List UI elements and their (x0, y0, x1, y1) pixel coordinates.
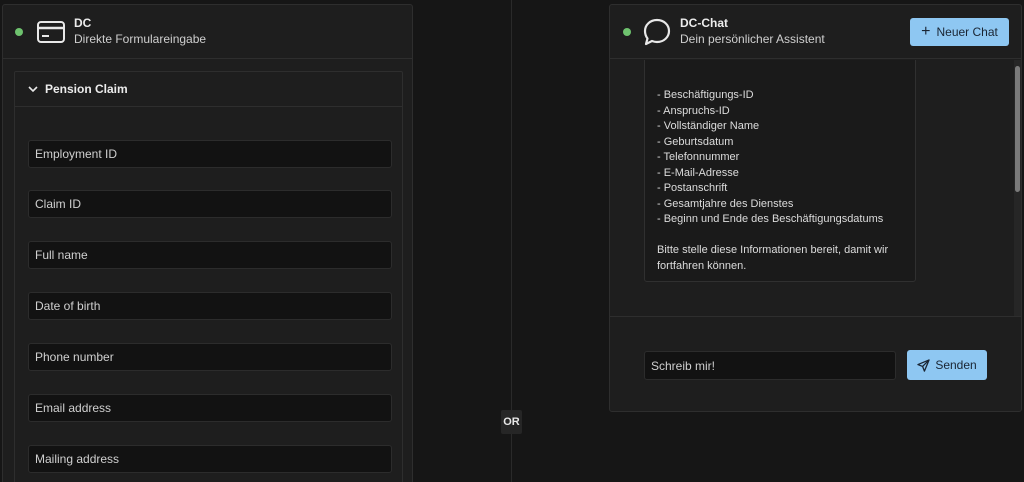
list-item: - Telefonnummer (657, 151, 740, 163)
paper-plane-icon (917, 358, 931, 372)
message-closing: Bitte stelle diese Informationen bereit,… (657, 244, 889, 256)
mailing-address-field[interactable] (28, 445, 392, 473)
scrollbar-thumb[interactable] (1015, 66, 1020, 192)
chat-divider (610, 316, 1021, 317)
list-item: - Vollständiger Name (657, 120, 760, 132)
list-item: - Gesamtjahre des Dienstes (657, 197, 794, 210)
plus-icon: + (921, 23, 931, 40)
chat-scrollbar[interactable] (1014, 60, 1021, 317)
message-closing: fortfahren können. (657, 259, 747, 272)
pension-claim-toggle[interactable]: Pension Claim (15, 72, 402, 107)
list-item: - Postanschrift (657, 182, 728, 194)
form-title: DC (74, 16, 92, 30)
list-item: - E-Mail-Adresse (657, 166, 739, 179)
form-subtitle: Direkte Formulareingabe (74, 32, 207, 46)
status-indicator (623, 27, 631, 36)
section-title: Pension Claim (45, 82, 128, 96)
new-chat-label: Neuer Chat (936, 25, 998, 39)
chat-subtitle: Dein persönlicher Assistent (680, 32, 825, 46)
app-root: DC Direkte Formulareingabe Pension Claim… (0, 0, 1024, 482)
status-indicator (15, 27, 23, 36)
form-header-text: DC Direkte Formulareingabe (74, 16, 206, 47)
list-item: - Geburtsdatum (657, 135, 734, 148)
direct-form-panel: DC Direkte Formulareingabe Pension Claim (2, 4, 413, 482)
full-name-field[interactable] (28, 241, 392, 269)
pension-claim-section: Pension Claim (14, 71, 403, 482)
chat-message-input[interactable] (644, 351, 896, 380)
chat-header-text: DC-Chat Dein persönlicher Assistent (680, 16, 825, 47)
date-of-birth-field[interactable] (28, 292, 392, 320)
email-address-field[interactable] (28, 394, 392, 422)
chat-title: DC-Chat (680, 16, 728, 30)
credit-card-icon (37, 20, 65, 43)
send-label: Senden (935, 358, 977, 372)
speech-bubble-icon (643, 18, 671, 45)
chat-panel-header: DC-Chat Dein persönlicher Assistent + Ne… (610, 5, 1021, 59)
list-item: - Anspruchs-ID (657, 104, 730, 117)
phone-number-field[interactable] (28, 343, 392, 371)
assistant-message: - Beschäftigungs-ID - Anspruchs-ID - Vol… (644, 60, 916, 282)
list-item: - Beginn und Ende des Beschäftigungsdatu… (657, 213, 884, 225)
chevron-down-icon (28, 86, 38, 93)
chat-panel: DC-Chat Dein persönlicher Assistent + Ne… (609, 4, 1022, 412)
new-chat-button[interactable]: + Neuer Chat (910, 18, 1009, 46)
form-panel-header: DC Direkte Formulareingabe (3, 5, 412, 59)
claim-id-field[interactable] (28, 190, 392, 218)
chat-messages[interactable]: - Beschäftigungs-ID - Anspruchs-ID - Vol… (610, 60, 1021, 317)
or-separator: OR (501, 410, 522, 434)
list-item: - Beschäftigungs-ID (657, 89, 754, 101)
employment-id-field[interactable] (28, 140, 392, 168)
send-button[interactable]: Senden (907, 350, 987, 380)
